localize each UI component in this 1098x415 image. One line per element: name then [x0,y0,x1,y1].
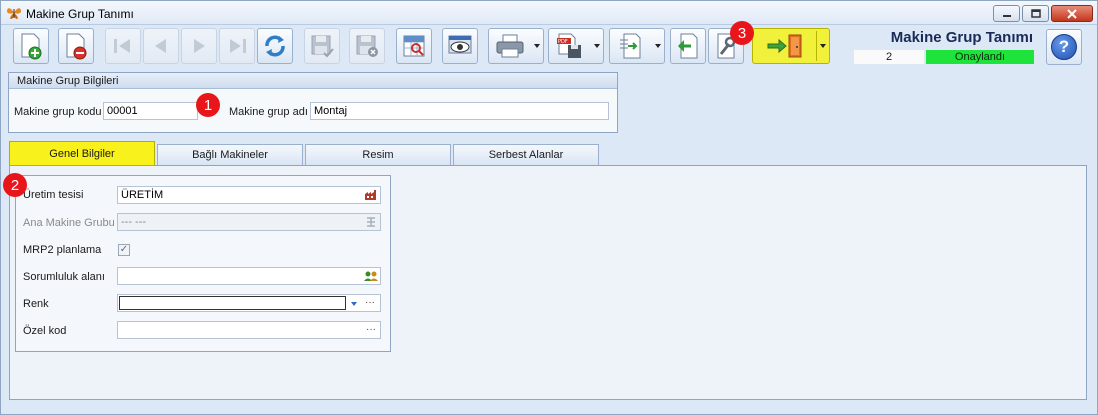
delete-document-icon [66,33,87,60]
panel-title: Makine Grup Bilgileri [9,73,617,89]
minimize-button[interactable] [993,5,1020,22]
production-facility-value: ÜRETİM [121,189,164,201]
import-dropdown-arrow[interactable] [655,44,661,48]
main-window: Makine Grup Tanımı PDF Makine Grup Tanım… [0,0,1098,415]
special-code-field[interactable]: ··· [117,321,381,339]
color-picker-field[interactable]: ··· [117,294,381,312]
chevron-down-icon[interactable] [351,302,357,306]
form-header-title: Makine Grup Tanımı [890,29,1033,46]
annotation-badge-1: 1 [196,93,220,117]
view-eye-icon [448,35,472,54]
new-document-icon [21,33,42,60]
export-pdf-button[interactable]: PDF [548,28,604,64]
close-icon [1067,8,1077,19]
next-record-icon [194,39,205,53]
tab-genel-bilgiler[interactable]: Genel Bilgiler [9,141,155,166]
printer-icon [496,34,524,58]
main-machine-group-label: Ana Makine Grubu [23,217,115,229]
first-record-button[interactable] [105,28,141,64]
report-preview-icon [403,35,425,57]
factory-icon[interactable] [364,189,378,201]
save-close-icon [356,35,378,57]
color-swatch [119,296,346,310]
tab-serbest-alanlar[interactable]: Serbest Alanlar [453,144,599,165]
annotation-badge-3: 3 [730,21,754,45]
previous-record-button[interactable] [143,28,179,64]
butterfly-icon [7,8,21,19]
title-bar: Makine Grup Tanımı [1,1,1097,25]
maximize-button[interactable] [1022,5,1049,22]
tab-resim[interactable]: Resim [305,144,451,165]
responsibility-area-field[interactable] [117,267,381,285]
help-icon: ? [1051,34,1077,60]
svg-text:PDF: PDF [558,39,568,45]
pdf-export-icon: PDF [557,33,581,58]
minimize-icon [1002,14,1011,17]
save-and-close-button[interactable] [349,28,385,64]
mrp2-planning-label: MRP2 planlama [23,244,102,256]
main-machine-group-value: --- --- [121,216,147,228]
view-button[interactable] [442,28,478,64]
next-record-button[interactable] [181,28,217,64]
special-code-ellipsis-button[interactable]: ··· [366,322,376,338]
new-record-button[interactable] [13,28,49,64]
exit-split-divider [816,31,817,61]
record-number: 2 [854,50,924,64]
close-button[interactable] [1051,5,1093,22]
save-icon [311,35,334,58]
refresh-button[interactable] [257,28,293,64]
tab-bagli-makineler[interactable]: Bağlı Makineler [157,144,303,165]
machine-group-name-field[interactable]: Montaj [310,102,609,120]
previous-record-icon [155,39,166,53]
print-dropdown-arrow[interactable] [534,44,540,48]
responsibility-area-label: Sorumluluk alanı [23,271,105,283]
annotation-badge-2: 2 [3,173,27,197]
window-title: Makine Grup Tanımı [26,7,134,21]
report-preview-button[interactable] [396,28,432,64]
production-facility-field[interactable]: ÜRETİM [117,186,381,204]
machine-group-name-label: Makine grup adı [229,106,308,118]
last-record-icon [230,39,246,53]
color-ellipsis-button[interactable]: ··· [365,295,375,311]
help-button[interactable]: ? [1046,29,1082,65]
save-button[interactable] [304,28,340,64]
refresh-icon [265,35,285,57]
machine-group-code-label: Makine grup kodu [14,106,102,118]
delete-record-button[interactable] [58,28,94,64]
print-button[interactable] [488,28,544,64]
machine-group-code-field[interactable]: 00001 [103,102,198,120]
maximize-icon [1030,9,1041,18]
last-record-button[interactable] [219,28,255,64]
import-button[interactable] [609,28,665,64]
tree-lookup-icon [367,217,375,227]
exit-door-icon [767,34,802,58]
main-machine-group-field: --- --- [117,213,381,231]
production-facility-label: Üretim tesisi [23,189,84,201]
special-code-label: Özel kod [23,325,67,337]
status-badge: Onaylandı [926,50,1034,64]
first-record-icon [114,39,130,53]
exit-dropdown-arrow[interactable] [820,44,826,48]
go-back-button[interactable] [670,28,706,64]
import-document-icon [620,33,641,59]
go-back-icon [678,33,698,59]
mrp2-planning-checkbox[interactable]: ✓ [118,244,130,256]
color-label: Renk [23,298,49,310]
people-icon[interactable] [364,270,378,282]
export-dropdown-arrow[interactable] [594,44,600,48]
exit-button[interactable] [752,28,830,64]
